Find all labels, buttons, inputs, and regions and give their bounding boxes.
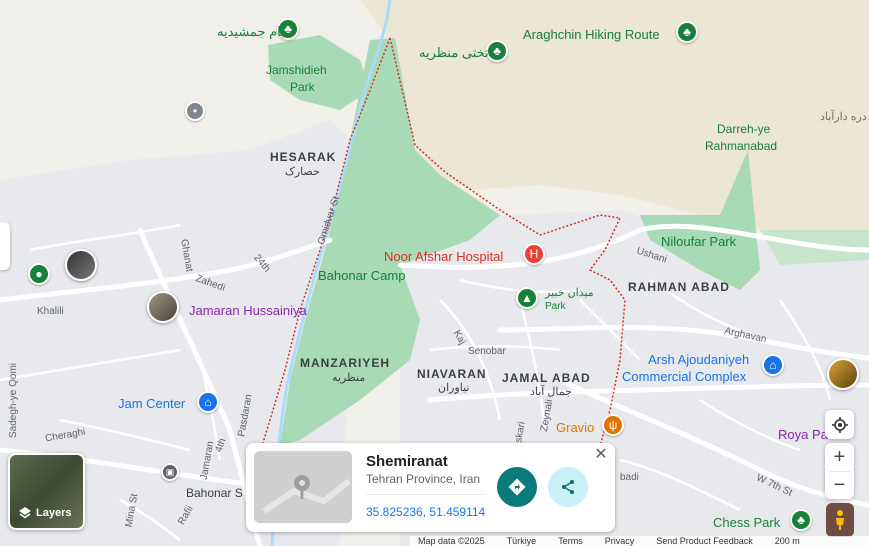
zoom-out-button[interactable]: −: [834, 472, 846, 499]
close-icon[interactable]: ✕: [591, 445, 611, 465]
poi-label-bahonar-s[interactable]: Bahonar S: [186, 486, 243, 500]
park-label-jamshidieh-park: Park: [290, 80, 315, 94]
area-label-niavaran: NIAVARAN: [417, 367, 487, 381]
footer-terms[interactable]: Terms: [558, 536, 583, 546]
footer-feedback[interactable]: Send Product Feedback: [656, 536, 753, 546]
poi-label-khabir-fa[interactable]: میدان خبیر: [545, 286, 594, 299]
shopping-pin-jam-center[interactable]: ⌂: [197, 391, 219, 413]
street-label-khalili: Khalili: [37, 306, 64, 317]
transit-pin[interactable]: ▣: [161, 463, 179, 481]
share-button[interactable]: [548, 467, 588, 507]
my-location-icon: [831, 416, 848, 433]
my-location-button[interactable]: [825, 410, 854, 439]
terrain-label-dar-abad-fa: دره دارآباد: [820, 111, 867, 123]
poi-label-niloufar[interactable]: Niloufar Park: [661, 234, 736, 249]
area-label-manzariyeh: MANZARIYEH: [300, 356, 390, 370]
park-label-jamshidieh: Jamshidieh: [266, 63, 327, 77]
area-label-jamal-abad-fa: جمال آباد: [530, 386, 572, 398]
poi-label-arsh-1[interactable]: Arsh Ajoudaniyeh: [648, 352, 749, 367]
poi-label-jam-center[interactable]: Jam Center: [118, 396, 185, 411]
directions-icon: [508, 478, 526, 496]
zoom-in-button[interactable]: +: [834, 444, 846, 471]
place-thumbnail[interactable]: [254, 451, 352, 523]
poi-label-noor-afshar[interactable]: Noor Afshar Hospital: [384, 249, 503, 264]
footer-privacy[interactable]: Privacy: [605, 536, 635, 546]
poi-label-roya[interactable]: Roya Pa: [778, 427, 828, 442]
poi-label-bam-jamshidieh[interactable]: بام جمشیدیه: [217, 24, 285, 40]
hospital-pin-noor-afshar[interactable]: H: [523, 243, 545, 265]
poi-label-bahonar-camp[interactable]: Bahonar Camp: [318, 268, 405, 283]
terrain-label-rahmanabad: Rahmanabad: [705, 139, 778, 153]
footer-region[interactable]: Türkiye: [507, 536, 537, 546]
footer-scale[interactable]: 200 m: [775, 536, 800, 546]
area-label-hesarak-fa: حصارک: [285, 166, 320, 178]
photo-pin-east[interactable]: [827, 358, 859, 390]
street-label-senobar: Senobar: [468, 346, 506, 357]
park-pin-khabir[interactable]: ▲: [516, 287, 538, 309]
place-info-card[interactable]: Shemiranat Tehran Province, Iran 35.8252…: [246, 443, 615, 532]
layers-label: Layers: [18, 506, 71, 520]
place-subtitle: Tehran Province, Iran: [366, 472, 481, 486]
share-icon: [562, 480, 574, 494]
place-pin-gray[interactable]: •: [185, 101, 205, 121]
poi-label-araghchin[interactable]: Araghchin Hiking Route: [523, 27, 660, 42]
poi-label-chess[interactable]: Chess Park: [713, 515, 780, 530]
area-label-jamal-abad: JAMAL ABAD: [502, 371, 591, 385]
photo-pin-jamaran[interactable]: [147, 291, 179, 323]
footer-map-data: Map data ©2025: [418, 536, 485, 546]
poi-label-jamaran[interactable]: Jamaran Hussainiya: [189, 303, 307, 318]
shopping-pin-arsh[interactable]: ⌂: [762, 354, 784, 376]
card-divider: [366, 494, 484, 495]
area-label-rahman-abad: RAHMAN ABAD: [628, 280, 730, 294]
poi-label-khabir-park[interactable]: Park: [545, 301, 566, 312]
terrain-label-darreh: Darreh-ye: [717, 122, 771, 136]
street-label-sadeghiye: Sadegh-ye Qomi: [8, 362, 20, 439]
layers-button[interactable]: Layers: [8, 453, 85, 530]
restaurant-pin-gravio[interactable]: ψ: [602, 414, 624, 436]
area-label-hesarak: HESARAK: [270, 150, 337, 164]
map-footer: Map data ©2025 Türkiye Terms Privacy Sen…: [410, 536, 869, 546]
directions-button[interactable]: [497, 467, 537, 507]
photo-pin-street[interactable]: [65, 249, 97, 281]
park-pin-takhti[interactable]: ♣: [486, 40, 508, 62]
pegman-icon[interactable]: [826, 503, 854, 537]
poi-label-gravio[interactable]: Gravio: [556, 420, 594, 435]
street-label-badi: badi: [620, 472, 639, 483]
area-label-manzariyeh-fa: منظریه: [332, 372, 366, 384]
zoom-control: + −: [825, 443, 854, 499]
area-label-niavaran-fa: نیاوران: [438, 382, 470, 394]
poi-label-takhti[interactable]: تختی منظریه: [419, 45, 489, 61]
park-pin-chess[interactable]: ♣: [790, 509, 812, 531]
location-pin-green[interactable]: ●: [28, 263, 50, 285]
place-title: Shemiranat: [366, 453, 448, 470]
layers-text: Layers: [36, 507, 72, 519]
park-pin-araghchin[interactable]: ♣: [676, 21, 698, 43]
poi-label-arsh-2[interactable]: Commercial Complex: [622, 369, 746, 384]
layers-icon: [19, 507, 31, 519]
side-panel-toggle[interactable]: [0, 222, 10, 270]
place-coordinates[interactable]: 35.825236, 51.459114: [366, 505, 485, 519]
